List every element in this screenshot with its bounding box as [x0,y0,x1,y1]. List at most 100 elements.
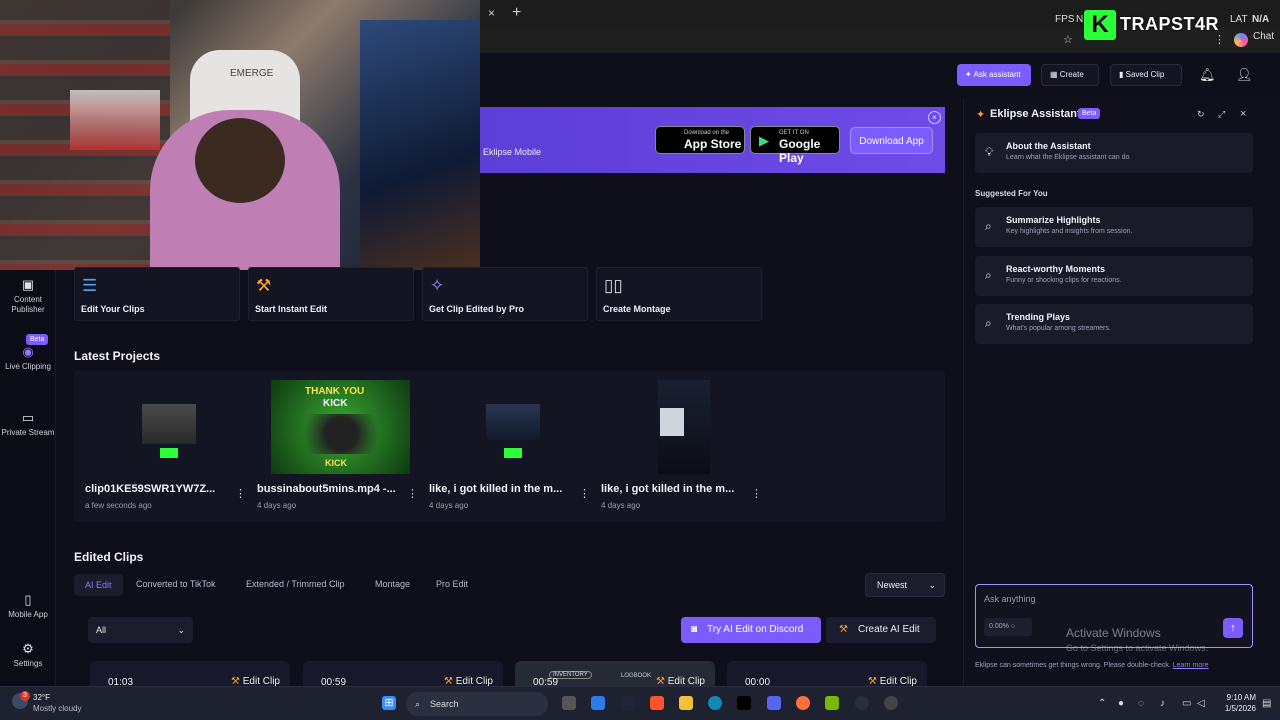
edit-clip-button[interactable]: ⚒ Edit Clip [444,676,493,686]
nav-private-stream[interactable]: ▭ Private Stream [0,410,56,438]
phone-icon: ▯ [24,592,32,607]
about-assistant-card[interactable]: 💡︎ About the Assistant Learn what the Ek… [975,133,1253,173]
webcam-overlay: EMERGE [0,0,480,270]
sort-dropdown[interactable]: Newest ⌄ [865,573,945,597]
tab-close-button[interactable]: × [488,6,495,20]
network-tray-icon[interactable]: ◌ [1138,698,1144,709]
google-play-button[interactable]: ▶ GET IT ON Google Play [750,126,840,165]
quick-action-pro-edit[interactable]: ✧ Get Clip Edited by Pro [422,267,588,321]
edit-clip-label: Edit Clip [242,676,280,686]
thumb-panel [660,408,684,436]
wifi-icon[interactable]: ▭ [1182,698,1191,709]
edit-clip-button[interactable]: ⚒ Edit Clip [868,676,917,686]
project-title[interactable]: like, i got killed in the m... [429,483,562,495]
menu-dots-icon[interactable]: ⋮ [1214,33,1225,46]
clip-card[interactable]: 00:00 ⚒ Edit Clip [727,661,927,686]
nav-live-clipping[interactable]: ◉ Live Clipping [0,344,56,372]
suggestion-card[interactable]: ⌕ Trending Plays What's popular among st… [975,304,1253,344]
tab-extended-trimmed[interactable]: Extended / Trimmed Clip [246,579,345,589]
more-options-icon[interactable]: ⋮ [579,487,590,500]
suggestion-card[interactable]: ⌕ Summarize Highlights Key highlights an… [975,207,1253,247]
close-icon[interactable]: × [1240,108,1246,120]
obs-icon[interactable] [855,696,869,710]
nav-content-publisher[interactable]: ▣ Content Publisher [0,278,56,315]
play-icon: ▶ [759,133,769,148]
more-options-icon[interactable]: ⋮ [235,487,246,500]
filter-dropdown[interactable]: All ⌄ [88,617,193,643]
download-app-button[interactable]: Download App [850,127,933,154]
firefox-icon[interactable] [796,696,810,710]
wand-icon: ⚒ [256,276,272,295]
app-icon[interactable] [884,696,898,710]
copilot-icon[interactable] [1234,33,1248,47]
clip-card[interactable]: 00:59 ⚒ Edit Clip [303,661,503,686]
send-button[interactable]: ↑ [1223,618,1243,638]
steam-tray-icon[interactable]: ● [1118,698,1124,709]
ask-assistant-button[interactable]: ✦ Ask assistant [957,64,1031,86]
quick-action-montage[interactable]: ▯▯ Create Montage [596,267,762,321]
nav-mobile-app-label: Mobile App [8,610,48,619]
windows-start-icon[interactable]: ⊞ [382,696,396,710]
sparkle-icon: ✦ [976,109,986,121]
more-options-icon[interactable]: ⋮ [407,487,418,500]
live-play-icon: ◉ [22,344,34,359]
poster-background [360,20,480,270]
user-icon[interactable]: 👤︎ [1236,67,1253,83]
calculator-icon[interactable] [591,696,605,710]
lat-label: LAT [1230,14,1248,25]
clock-time[interactable]: 9:10 AM [1218,693,1256,702]
search-list-icon: ⌕ [985,268,992,282]
taskbar-search[interactable]: ⌕ Search [406,692,548,716]
star-icon[interactable]: ☆ [1063,33,1073,46]
tiktok-icon[interactable] [737,696,751,710]
new-tab-button[interactable]: + [512,4,521,22]
saved-clip-button[interactable]: ▮ Saved Clip [1110,64,1182,86]
tab-montage[interactable]: Montage [375,579,410,589]
volume-icon[interactable]: ◁ [1197,698,1205,709]
learn-more-link[interactable]: Learn more [1173,662,1209,669]
brave-icon[interactable] [650,696,664,710]
project-title[interactable]: clip01KE59SWR1YW7Z... [85,483,215,495]
notification-icon[interactable]: ▤ [1262,698,1271,709]
create-button[interactable]: ▦ Create [1041,64,1099,86]
project-title[interactable]: like, i got killed in the m... [601,483,734,495]
quick-action-instant-edit[interactable]: ⚒ Start Instant Edit [248,267,414,321]
expand-icon[interactable]: ⤢ [1218,109,1225,120]
chat-button[interactable]: Chat [1253,31,1274,42]
more-options-icon[interactable]: ⋮ [751,487,762,500]
project-thumbnail[interactable] [486,404,540,440]
mic-tray-icon[interactable]: ♪ [1160,698,1165,709]
clip-card[interactable]: 01:03 ⚒ Edit Clip [90,661,290,686]
banner-close-button[interactable]: × [928,111,941,124]
file-explorer-icon[interactable] [679,696,693,710]
nav-mobile-app[interactable]: ▯ Mobile App [0,592,56,620]
project-thumbnail[interactable] [142,404,196,444]
edit-clip-button[interactable]: ⚒ Edit Clip [231,676,280,686]
clock-date[interactable]: 1/5/2026 [1210,704,1256,713]
clip-card[interactable]: INVENTORY LOGBOOK 00:59 ⚒ Edit Clip [515,661,715,686]
suggestion-card[interactable]: ⌕ React-worthy Moments Funny or shocking… [975,256,1253,296]
create-ai-edit-button[interactable]: ⚒ Create AI Edit [826,617,936,643]
bell-icon[interactable]: 🔔︎ [1199,67,1216,83]
app-store-button[interactable]: Download on the App Store [655,126,745,154]
project-thumbnail[interactable]: THANK YOU KICK KICK [271,380,410,474]
chevron-down-icon: ⌄ [177,625,185,635]
tab-converted-tiktok[interactable]: Converted to TikTok [136,579,216,589]
edge-icon[interactable] [708,696,722,710]
tab-pro-edit[interactable]: Pro Edit [436,579,468,589]
nav-settings[interactable]: ⚙ Settings [0,642,56,669]
nvidia-icon[interactable] [825,696,839,710]
tray-chevron-icon[interactable]: ⌃ [1098,698,1106,709]
project-title[interactable]: bussinabout5mins.mp4 -... [257,483,396,495]
edit-clip-button[interactable]: ⚒ Edit Clip [656,676,705,686]
quick-action-edit-clips[interactable]: ☰ Edit Your Clips [74,267,240,321]
discord-ai-edit-button[interactable]: ◙ Try AI Edit on Discord [681,617,821,643]
tab-ai-edit[interactable]: AI Edit [74,574,123,596]
discord-icon[interactable] [767,696,781,710]
thumb-text: KICK [323,398,348,409]
task-view-icon[interactable] [562,696,576,710]
camera-icon: ▭ [21,410,35,425]
refresh-icon[interactable]: ↻ [1197,109,1205,120]
project-thumbnail[interactable] [658,380,710,474]
steam-icon[interactable] [621,696,635,710]
